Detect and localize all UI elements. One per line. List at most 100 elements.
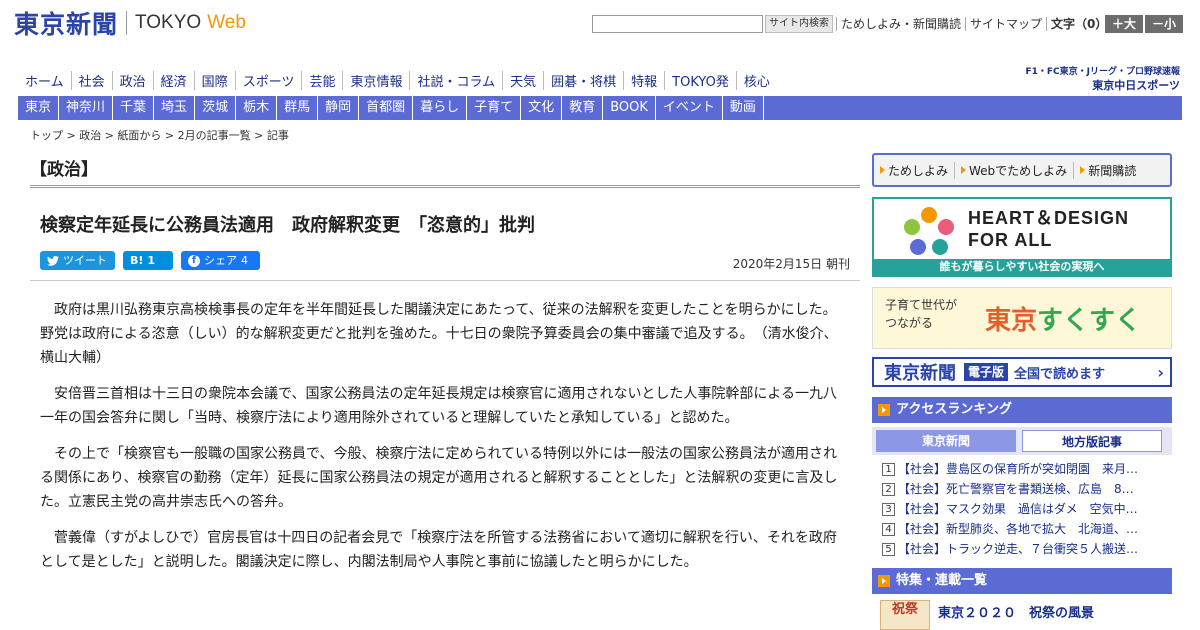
sub-nav: 東京 神奈川 千葉 埼玉 茨城 栃木 群馬 静岡 首都圏 暮らし 子育て 文化 … <box>18 96 1182 120</box>
tweet-label: ツイート <box>63 254 107 267</box>
site-logo[interactable]: 東京新聞 TOKYO Web <box>14 7 246 39</box>
subnav-kanagawa[interactable]: 神奈川 <box>59 96 114 120</box>
ranking-tabs: 東京新聞 地方版記事 <box>872 427 1172 455</box>
crumb-shimen[interactable]: 紙面から <box>117 129 161 142</box>
article-date: 2020年2月15日 朝刊 <box>732 257 850 271</box>
nav-home[interactable]: ホーム <box>18 71 71 90</box>
feature-thumbnail: 祝祭 <box>880 600 930 630</box>
nav-weather[interactable]: 天気 <box>502 70 543 90</box>
crumb-month-list[interactable]: 2月の記事一覧 <box>178 129 251 142</box>
subnav-saitama[interactable]: 埼玉 <box>154 96 196 120</box>
nav-editorial[interactable]: 社説・コラム <box>409 70 502 90</box>
crumb-top[interactable]: トップ <box>30 129 63 142</box>
list-item[interactable]: 5 【社会】トラック逆走、７台衝突５人搬送… <box>882 539 1162 559</box>
article-paragraph: 安倍晋三首相は十三日の衆院本会議で、国家公務員法の定年延長規定は検察官に適用され… <box>40 386 838 426</box>
nav-entertainment[interactable]: 芸能 <box>301 70 342 90</box>
nav-tokyo-hatsu[interactable]: TOKYO発 <box>664 70 736 90</box>
hatena-bookmark-button[interactable]: B! 1 <box>123 251 173 270</box>
article-paragraph: 政府は黒川弘務東京高検検事長の定年を半年間延長した閣議決定にあたって、従来の法解… <box>40 302 838 366</box>
play-square-icon <box>878 404 890 416</box>
nav-tokyo-info[interactable]: 東京情報 <box>342 70 409 90</box>
feature-item[interactable]: 祝祭 東京２０２０ 祝祭の風景 <box>872 600 1172 630</box>
facebook-label: シェア <box>204 254 237 267</box>
heart-design-banner[interactable]: HEART＆DESIGN FOR ALL 誰もが暮らしやすい社会の実現へ <box>872 197 1172 277</box>
crumb-article: 記事 <box>266 129 289 142</box>
subnav-event[interactable]: イベント <box>656 96 723 120</box>
logo-divider <box>126 11 128 35</box>
article-divider <box>30 280 860 281</box>
sukusuku-subtitle: 子育て世代が つながる <box>885 298 958 330</box>
ranking-list: 1 【社会】豊島区の保育所が突如閉園 来月… 2 【社会】死亡警察官を書類送検、広島… <box>872 457 1172 557</box>
article-body: 政府は黒川弘務東京高検検事長の定年を半年間延長した閣議決定にあたって、従来の法解… <box>40 298 840 586</box>
subnav-tokyo[interactable]: 東京 <box>18 96 60 120</box>
subnav-tochigi[interactable]: 栃木 <box>236 96 278 120</box>
logo-web: Web <box>207 12 246 33</box>
facebook-share-button[interactable]: f シェア 4 <box>181 251 260 270</box>
category-divider <box>30 185 860 189</box>
side-link-tameshiyomi[interactable]: ためしよみ <box>874 161 956 179</box>
subnav-video[interactable]: 動画 <box>723 96 764 120</box>
subnav-shizuoka[interactable]: 静岡 <box>318 96 360 120</box>
subnav-shutoken[interactable]: 首都圏 <box>359 96 414 120</box>
main-nav: ホーム 社会 政治 経済 国際 スポーツ 芸能 東京情報 社説・コラム 天気 囲… <box>18 67 777 93</box>
subnav-kosodate[interactable]: 子育て <box>467 96 522 120</box>
nav-kakushin[interactable]: 核心 <box>735 70 777 90</box>
tweet-button[interactable]: ツイート <box>40 251 115 270</box>
font-smaller-button[interactable]: －小 <box>1145 15 1183 33</box>
subnav-gunma[interactable]: 群馬 <box>277 96 319 120</box>
share-buttons: ツイート B! 1 f シェア 4 <box>40 251 260 270</box>
list-item[interactable]: 3 【社会】マスク効果 過信はダメ 空気中… <box>882 499 1162 519</box>
subnav-bunka[interactable]: 文化 <box>521 96 563 120</box>
arrow-right-icon <box>1080 166 1086 174</box>
article-paragraph: 菅義偉（すがよしひで）官房長官は十四日の記者会見で「検察庁法を所管する法務省にお… <box>40 530 837 570</box>
util-link-sitemap[interactable]: サイトマップ <box>965 17 1047 31</box>
heart-design-caption: 誰もが暮らしやすい社会の実現へ <box>874 259 1170 275</box>
chevron-right-icon: › <box>1157 362 1164 382</box>
play-square-icon <box>878 575 890 587</box>
nav-tokuho[interactable]: 特報 <box>623 70 664 90</box>
subnav-kyoiku[interactable]: 教育 <box>562 96 604 120</box>
article-headline: 検察定年延長に公務員法適用 政府解釈変更 「恣意的」批判 <box>40 215 535 236</box>
nav-igo-shogi[interactable]: 囲碁・将棋 <box>543 70 623 90</box>
subnav-chiba[interactable]: 千葉 <box>113 96 155 120</box>
e-paper-banner[interactable]: 東京新聞 電子版 全国で読めます › <box>872 357 1172 387</box>
sukusuku-title: 東京すくすく <box>985 306 1142 336</box>
subnav-ibaraki[interactable]: 茨城 <box>195 96 237 120</box>
tab-tokyo-shimbun[interactable]: 東京新聞 <box>876 430 1016 452</box>
util-link-subscribe[interactable]: ためしよみ・新聞購読 <box>836 17 966 31</box>
list-item[interactable]: 2 【社会】死亡警察官を書類送検、広島 8… <box>882 479 1162 499</box>
sukusuku-banner[interactable]: 子育て世代が つながる 東京すくすく <box>872 287 1172 349</box>
crumb-politics[interactable]: 政治 <box>79 129 101 142</box>
utility-links: ためしよみ・新聞購読 サイトマップ 文字（0） <box>836 15 1112 33</box>
feature-title: 東京２０２０ 祝祭の風景 <box>938 606 1095 621</box>
site-header: 東京新聞 TOKYO Web サイト内検索 ためしよみ・新聞購読 サイトマップ 文字… <box>0 0 1200 60</box>
logo-en: TOKYO <box>135 12 202 33</box>
side-link-subscribe[interactable]: 新聞購読 <box>1074 162 1142 179</box>
nav-economy[interactable]: 経済 <box>152 70 194 90</box>
article-paragraph: その上で「検察官も一般職の国家公務員で、今般、検察庁法に定められている特例以外に… <box>40 446 838 510</box>
subnav-kurashi[interactable]: 暮らし <box>413 96 468 120</box>
facebook-count: 4 <box>241 254 248 267</box>
nav-international[interactable]: 国際 <box>193 70 235 90</box>
nav-sports[interactable]: スポーツ <box>234 70 302 90</box>
list-item[interactable]: 4 【社会】新型肺炎、各地で拡大 北海道、… <box>882 519 1162 539</box>
sports-banner-top: F1・FC東京・Jリーグ・プロ野球速報 <box>1025 67 1180 77</box>
site-search-input[interactable] <box>592 15 763 33</box>
e-paper-logo: 東京新聞 <box>884 363 956 384</box>
heart-design-title: HEART＆DESIGN FOR ALL <box>968 208 1130 250</box>
hatena-label: B! <box>130 254 144 267</box>
features-title: 特集・連載一覧 <box>896 573 988 588</box>
nav-society[interactable]: 社会 <box>70 70 112 90</box>
list-item[interactable]: 1 【社会】豊島区の保育所が突如閉園 来月… <box>882 459 1162 479</box>
font-larger-button[interactable]: ＋大 <box>1105 15 1143 33</box>
ranking-header: アクセスランキング <box>872 397 1172 423</box>
side-link-web-tameshiyomi[interactable]: Webでためしよみ <box>955 161 1075 179</box>
nav-politics[interactable]: 政治 <box>111 70 153 90</box>
facebook-icon: f <box>188 254 200 267</box>
site-search-button[interactable]: サイト内検索 <box>765 15 833 33</box>
tab-local-articles[interactable]: 地方版記事 <box>1022 430 1162 452</box>
subnav-book[interactable]: BOOK <box>603 96 656 120</box>
heart-design-logo-icon <box>904 207 954 255</box>
chunichi-sports-banner[interactable]: F1・FC東京・Jリーグ・プロ野球速報 東京中日スポーツ <box>1012 64 1180 92</box>
twitter-bird-icon <box>47 255 59 266</box>
